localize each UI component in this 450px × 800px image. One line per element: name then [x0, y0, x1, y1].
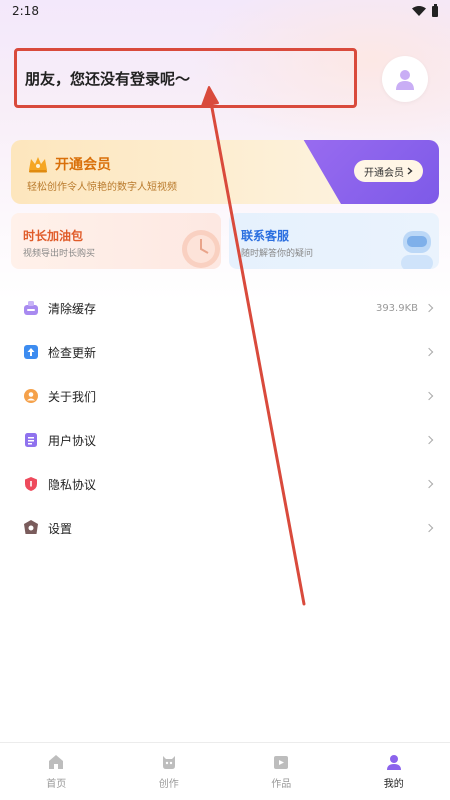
battery-icon	[432, 3, 438, 17]
menu-label: 用户协议	[48, 433, 97, 448]
status-icons	[412, 3, 438, 17]
menu-right	[424, 523, 434, 533]
robot-icon	[401, 231, 433, 269]
create-icon	[162, 756, 175, 769]
crown-icon	[29, 157, 47, 173]
tab-label: 首页	[46, 779, 67, 790]
greeting-text: 朋友，您还没有登录呢～	[25, 69, 191, 88]
menu-right	[424, 347, 434, 357]
menu-label: 清除缓存	[48, 301, 97, 316]
clock-icon	[182, 230, 220, 268]
menu-label: 隐私协议	[48, 477, 97, 492]
duration-pack-subtitle: 视频导出时长购买	[23, 249, 96, 259]
wifi-icon	[412, 6, 426, 16]
agreement-icon	[22, 431, 40, 449]
menu-item-about-us[interactable]: 关于我们	[0, 374, 450, 418]
bottom-tab-bar: 首页 创作 作品 我的	[0, 742, 450, 800]
menu-item-privacy[interactable]: 隐私协议	[0, 462, 450, 506]
clear-cache-icon	[22, 299, 40, 317]
menu-item-clear-cache[interactable]: 清除缓存 393.9KB	[0, 286, 450, 330]
user-avatar-icon	[396, 70, 414, 90]
chevron-right-icon	[424, 347, 434, 357]
menu-label: 关于我们	[48, 389, 97, 404]
open-vip-label: 开通会员	[364, 167, 404, 179]
menu-label: 设置	[48, 521, 73, 536]
menu-right: 393.9KB	[375, 302, 434, 314]
home-icon	[49, 755, 64, 769]
open-vip-button[interactable]: 开通会员	[354, 160, 423, 182]
tab-label: 作品	[271, 779, 292, 790]
tab-create[interactable]: 创作	[113, 753, 225, 790]
profile-header: 朋友，您还没有登录呢～	[0, 46, 450, 116]
vip-title-row: 开通会员	[27, 154, 111, 174]
menu-label: 检查更新	[48, 345, 97, 360]
menu-item-user-agreement[interactable]: 用户协议	[0, 418, 450, 462]
vip-subtitle: 轻松创作令人惊艳的数字人短视频	[27, 182, 177, 193]
customer-service-card[interactable]: 联系客服 随时解答你的疑问	[229, 213, 439, 269]
tab-label: 我的	[383, 779, 404, 790]
tab-home[interactable]: 首页	[0, 753, 112, 790]
update-icon	[22, 343, 40, 361]
duration-pack-card[interactable]: 时长加油包 视频导出时长购买	[11, 213, 221, 269]
menu-right	[424, 435, 434, 445]
chevron-right-icon	[424, 523, 434, 533]
menu-item-settings[interactable]: 设置	[0, 506, 450, 550]
avatar[interactable]	[382, 56, 428, 102]
status-time: 2:18	[12, 4, 39, 18]
tab-profile[interactable]: 我的	[338, 753, 450, 790]
privacy-icon	[22, 475, 40, 493]
login-prompt[interactable]: 朋友，您还没有登录呢～	[14, 48, 357, 108]
chevron-right-icon	[424, 303, 434, 313]
chevron-right-icon	[424, 479, 434, 489]
menu-item-check-update[interactable]: 检查更新	[0, 330, 450, 374]
settings-menu: 清除缓存 393.9KB 检查更新 关于我们 用户协议 隐私协议 设置	[0, 286, 450, 550]
tab-label: 创作	[158, 779, 179, 790]
status-bar: 2:18	[0, 0, 450, 22]
customer-service-subtitle: 随时解答你的疑问	[241, 249, 314, 259]
chevron-right-icon	[407, 167, 413, 175]
chevron-right-icon	[424, 391, 434, 401]
profile-icon	[386, 755, 401, 770]
duration-pack-title: 时长加油包	[23, 229, 84, 243]
vip-banner[interactable]: 开通会员 轻松创作令人惊艳的数字人短视频 开通会员	[11, 140, 439, 204]
chevron-right-icon	[424, 435, 434, 445]
menu-right	[424, 479, 434, 489]
settings-icon	[22, 519, 40, 537]
tab-works[interactable]: 作品	[225, 753, 337, 790]
vip-title: 开通会员	[55, 157, 111, 173]
about-icon	[22, 387, 40, 405]
works-icon	[274, 756, 289, 769]
customer-service-title: 联系客服	[241, 229, 290, 243]
cache-size: 393.9KB	[375, 302, 418, 314]
menu-right	[424, 391, 434, 401]
